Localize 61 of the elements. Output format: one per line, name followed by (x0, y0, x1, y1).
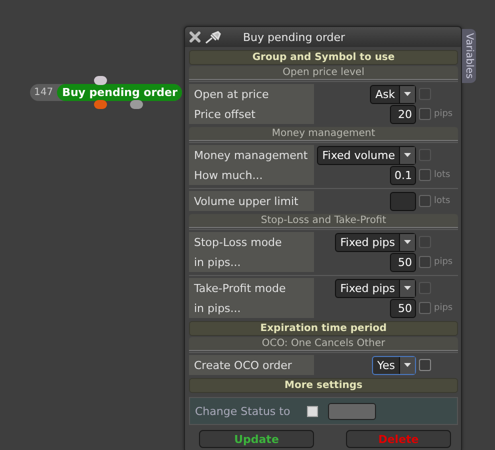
checkbox[interactable] (419, 149, 431, 161)
output-pin[interactable] (130, 100, 143, 109)
number-field[interactable]: 0.1 (390, 166, 416, 184)
dropdown[interactable]: Fixed pips (335, 232, 416, 252)
unit-label: lots (434, 170, 452, 180)
node-title: Buy pending order (57, 84, 182, 101)
field-label: in pips... (194, 256, 241, 268)
caret-icon[interactable] (404, 240, 411, 244)
close-icon[interactable] (189, 31, 201, 43)
subsection-header: OCO: One Cancels Other (189, 337, 458, 351)
checkbox[interactable] (419, 169, 431, 181)
number-field[interactable]: 20 (390, 104, 416, 124)
dropdown[interactable]: Yes (372, 356, 416, 374)
field-label: Price offset (194, 108, 256, 120)
section-header: Group and Symbol to use (189, 50, 458, 65)
checkbox[interactable] (419, 359, 431, 371)
status-field[interactable] (328, 402, 376, 420)
dropdown[interactable]: Fixed volume (317, 146, 416, 164)
pin-icon[interactable] (205, 30, 221, 44)
caret-icon[interactable] (404, 92, 411, 96)
unit-label: lots (434, 196, 452, 206)
field-label: Take-Profit mode (194, 282, 286, 294)
number-field[interactable] (390, 192, 416, 210)
number-field[interactable]: 50 (390, 252, 416, 272)
unit-label: pips (434, 257, 454, 267)
unit-label: pips (434, 109, 454, 119)
variables-tab[interactable]: Variables (462, 29, 476, 83)
input-pin[interactable] (94, 76, 107, 85)
number-field[interactable]: 50 (390, 298, 416, 318)
subsection-header: Money management (189, 127, 458, 141)
caret-icon[interactable] (404, 286, 411, 290)
output-pin[interactable] (94, 100, 107, 109)
update-button[interactable]: Update (199, 430, 314, 448)
caret-icon[interactable] (404, 153, 411, 157)
checkbox[interactable] (307, 406, 318, 416)
dropdown[interactable]: Fixed pips (335, 278, 416, 298)
checkbox[interactable] (419, 236, 431, 248)
field-label: Create OCO order (194, 358, 292, 372)
checkbox[interactable] (419, 195, 431, 207)
flow-node[interactable]: 147 Buy pending order (30, 84, 182, 101)
checkbox[interactable] (419, 88, 431, 100)
checkbox[interactable] (419, 108, 431, 120)
subsection-header: Open price level (189, 66, 458, 80)
field-label: Stop-Loss mode (194, 236, 282, 248)
field-label: in pips... (194, 302, 241, 314)
subsection-header: Stop-Loss and Take-Profit (189, 214, 458, 228)
field-label: Volume upper limit (194, 194, 298, 208)
unit-label: pips (434, 303, 454, 313)
checkbox[interactable] (419, 302, 431, 314)
checkbox[interactable] (419, 282, 431, 294)
window-title: Buy pending order (243, 30, 346, 44)
field-label: How much... (194, 168, 263, 182)
caret-icon[interactable] (404, 363, 411, 367)
field-label: Change Status to (195, 404, 292, 418)
field-label: Money management (194, 148, 308, 162)
field-label: Open at price (194, 88, 269, 100)
section-header: More settings (189, 378, 458, 393)
node-number: 147 (34, 87, 54, 98)
checkbox[interactable] (419, 256, 431, 268)
section-header: Expiration time period (189, 321, 458, 336)
dropdown[interactable]: Ask (370, 84, 416, 104)
